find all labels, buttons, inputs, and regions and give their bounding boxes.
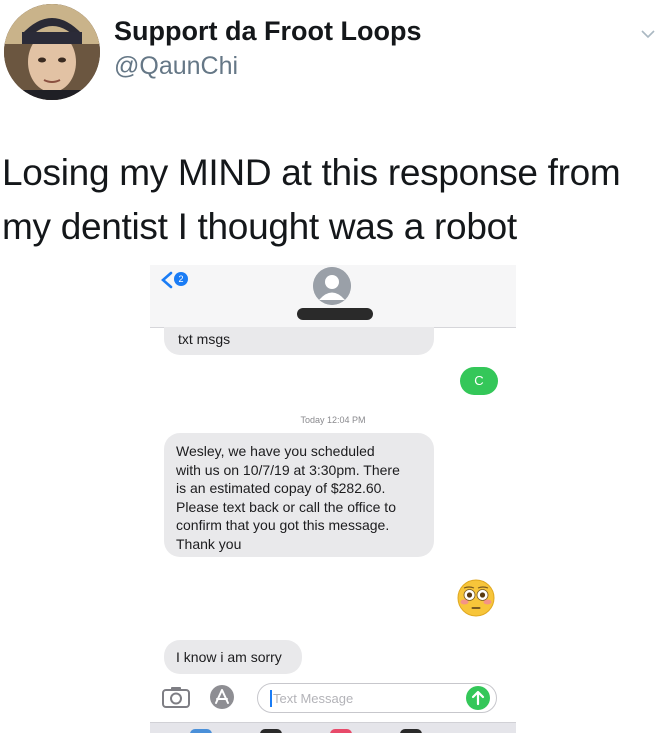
messages-nav-bar: 2: [150, 265, 516, 328]
message-bubble-incoming: Wesley, we have you scheduled with us on…: [164, 433, 434, 557]
send-arrow-icon: [471, 690, 485, 706]
message-bubble-incoming: I know i am sorry: [164, 640, 302, 674]
message-screenshot: 2 txt msgs C Today 12:04 PM Wesley, we h…: [150, 265, 516, 733]
message-line: Please text back or call the office to: [176, 498, 396, 515]
tweet-text-line: my dentist I thought was a robot: [2, 206, 517, 247]
back-chevron-icon[interactable]: [160, 271, 174, 289]
user-handle[interactable]: @QaunChi: [114, 52, 238, 81]
app-drawer-item[interactable]: [400, 729, 422, 733]
display-name[interactable]: Support da Froot Loops: [114, 16, 421, 47]
text-cursor: [270, 690, 272, 707]
avatar[interactable]: [4, 4, 100, 100]
message-line: with us on 10/7/19 at 3:30pm. There: [176, 461, 400, 478]
message-input[interactable]: Text Message: [257, 683, 497, 713]
message-line: is an estimated copay of $282.60.: [176, 480, 386, 496]
send-button[interactable]: [466, 686, 490, 710]
redacted-contact-name: [297, 308, 373, 320]
message-input-placeholder: Text Message: [273, 691, 354, 706]
compose-bar: Text Message: [150, 682, 516, 722]
tweet-text-line: Losing my MIND at this response from: [2, 152, 621, 193]
tweet-text: Losing my MIND at this response from my …: [2, 146, 660, 254]
message-line: Thank you: [176, 535, 242, 552]
app-drawer-item[interactable]: [190, 729, 212, 733]
flushed-face-emoji: [457, 579, 495, 617]
message-line: confirm that you got this message.: [176, 517, 390, 533]
contact-avatar-icon[interactable]: [313, 267, 351, 305]
camera-icon[interactable]: [162, 686, 190, 708]
message-timestamp: Today 12:04 PM: [300, 415, 366, 425]
message-text: I know i am sorry: [176, 649, 282, 665]
app-store-icon[interactable]: [209, 684, 235, 710]
message-line: Wesley, we have you scheduled: [176, 443, 375, 459]
app-drawer-item[interactable]: [260, 729, 282, 733]
message-bubble-incoming: txt msgs: [164, 327, 434, 355]
unread-badge[interactable]: 2: [174, 272, 188, 286]
app-drawer-strip: [150, 722, 516, 733]
message-text: txt msgs: [178, 331, 231, 347]
message-bubble-outgoing: C: [460, 367, 498, 395]
app-drawer-item[interactable]: [330, 729, 352, 733]
chevron-down-icon[interactable]: [640, 26, 656, 42]
message-text: C: [474, 373, 484, 388]
